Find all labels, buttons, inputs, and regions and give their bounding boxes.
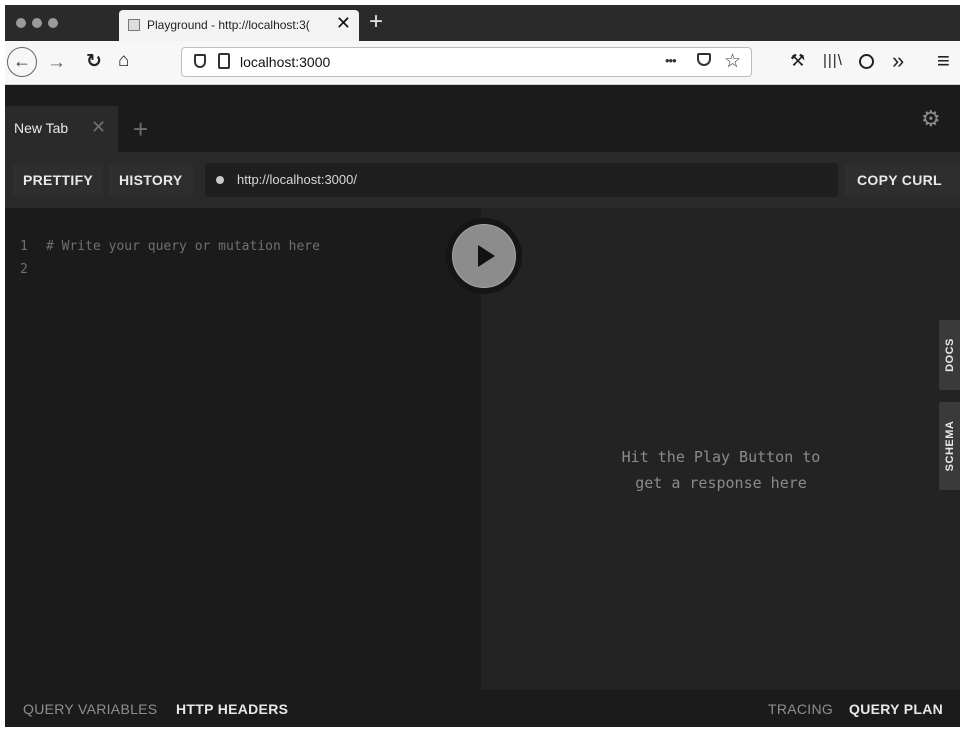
- query-variables-tab[interactable]: QUERY VARIABLES: [23, 701, 157, 717]
- more-icon[interactable]: •••: [665, 53, 677, 68]
- play-button[interactable]: [452, 224, 516, 288]
- back-icon[interactable]: ←: [7, 47, 37, 77]
- zoom-window-button[interactable]: [48, 18, 58, 28]
- menu-icon[interactable]: ≡: [937, 50, 950, 72]
- minimize-window-button[interactable]: [32, 18, 42, 28]
- endpoint-url[interactable]: http://localhost:3000/: [237, 172, 357, 187]
- bookmark-star-icon[interactable]: ☆: [724, 50, 741, 73]
- favicon-icon: [128, 19, 140, 31]
- result-placeholder: Hit the Play Button to get a response he…: [581, 444, 861, 496]
- close-tab-icon[interactable]: ✕: [336, 13, 351, 34]
- schema-tab[interactable]: SCHEMA: [939, 402, 960, 490]
- browser-tab[interactable]: Playground - http://localhost:3( ✕: [119, 10, 359, 41]
- play-button-halo: [446, 218, 522, 294]
- copy-curl-button[interactable]: COPY CURL: [845, 163, 960, 197]
- library-icon[interactable]: |||\: [823, 53, 843, 68]
- playground-tab-label: New Tab: [14, 120, 69, 136]
- line-code[interactable]: # Write your query or mutation here: [46, 239, 320, 254]
- new-browser-tab-button[interactable]: +: [369, 8, 383, 36]
- gear-icon[interactable]: ⚙: [921, 106, 941, 132]
- tracing-tab[interactable]: TRACING: [768, 701, 833, 717]
- navigation-toolbar: ← → ↻ ⌂ localhost:3000 ••• ☆ ⚒ |||\ » ≡: [5, 41, 960, 85]
- query-editor[interactable]: 1 # Write your query or mutation here 2: [5, 208, 481, 690]
- play-icon: [478, 245, 495, 267]
- result-placeholder-line: Hit the Play Button to: [621, 448, 821, 466]
- docs-tab[interactable]: DOCS: [939, 320, 960, 390]
- endpoint-status-icon: [216, 176, 224, 184]
- http-headers-tab[interactable]: HTTP HEADERS: [176, 701, 288, 717]
- browser-tab-strip: Playground - http://localhost:3( ✕ +: [5, 5, 960, 41]
- history-button[interactable]: HISTORY: [109, 163, 193, 197]
- shield-icon[interactable]: [194, 54, 206, 68]
- forward-icon[interactable]: →: [47, 53, 66, 72]
- line-number: 2: [20, 262, 28, 277]
- add-playground-tab-button[interactable]: +: [133, 114, 148, 145]
- info-icon[interactable]: [859, 54, 874, 69]
- playground-tab[interactable]: New Tab ✕: [5, 106, 118, 152]
- close-window-button[interactable]: [16, 18, 26, 28]
- line-number: 1: [20, 239, 28, 254]
- endpoint-input[interactable]: http://localhost:3000/: [205, 163, 838, 197]
- prettify-button[interactable]: PRETTIFY: [13, 163, 104, 197]
- playground-toolbar: PRETTIFY HISTORY http://localhost:3000/ …: [5, 152, 960, 208]
- query-plan-tab[interactable]: QUERY PLAN: [849, 701, 943, 717]
- home-icon[interactable]: ⌂: [118, 51, 129, 70]
- bottom-panel-bar: QUERY VARIABLES HTTP HEADERS TRACING QUE…: [5, 690, 960, 727]
- pocket-icon[interactable]: [697, 53, 711, 66]
- address-bar[interactable]: localhost:3000 ••• ☆: [181, 47, 752, 77]
- page-icon[interactable]: [218, 53, 230, 69]
- browser-tab-title: Playground - http://localhost:3(: [147, 18, 310, 32]
- reload-icon[interactable]: ↻: [86, 52, 102, 71]
- overflow-icon[interactable]: »: [892, 50, 904, 72]
- docs-tab-label: DOCS: [943, 338, 956, 372]
- result-pane: Hit the Play Button to get a response he…: [481, 208, 960, 690]
- close-playground-tab-icon[interactable]: ✕: [91, 117, 106, 138]
- schema-tab-label: SCHEMA: [943, 420, 956, 472]
- playground-tab-bar: New Tab ✕ + ⚙: [5, 85, 960, 152]
- wrench-icon[interactable]: ⚒: [790, 52, 805, 69]
- result-placeholder-line: get a response here: [635, 474, 807, 492]
- address-text[interactable]: localhost:3000: [240, 54, 330, 70]
- browser-window: Playground - http://localhost:3( ✕ + ← →…: [5, 5, 960, 727]
